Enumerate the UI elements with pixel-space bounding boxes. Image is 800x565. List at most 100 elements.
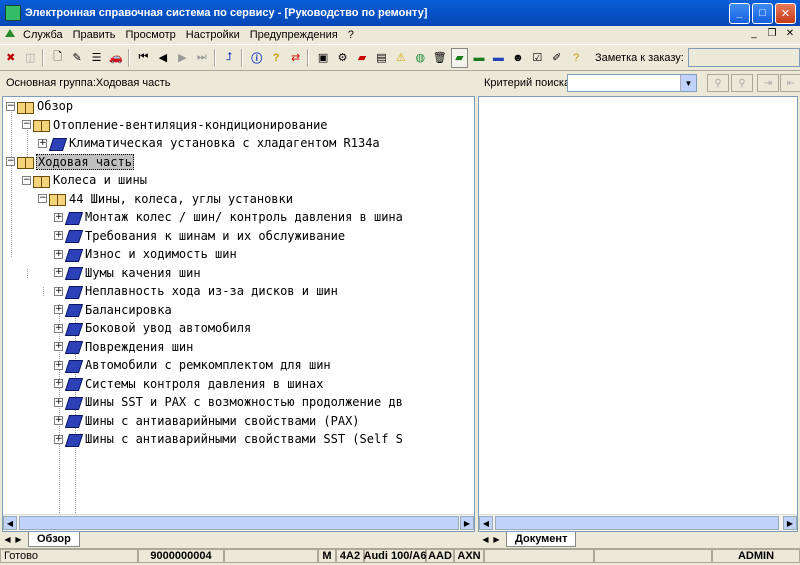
tree-node[interactable]: + Шины с антиаварийными свойствами (PAX): [54, 412, 361, 430]
document-list-icon[interactable]: ▤: [373, 48, 390, 68]
tree-node-label[interactable]: Шины с антиаварийными свойствами (PAX): [84, 414, 361, 428]
tree-node[interactable]: + Шины с антиаварийными свойствами SST (S…: [54, 430, 404, 448]
expand-icon[interactable]: +: [54, 434, 63, 444]
new-document-icon[interactable]: 🗋: [49, 48, 66, 68]
tree-node-label[interactable]: Обзор: [36, 99, 74, 113]
exit-icon[interactable]: ✖: [2, 48, 19, 68]
tree-node-label[interactable]: Колеса и шины: [52, 173, 148, 187]
menu-service[interactable]: Служба: [18, 29, 68, 41]
disabled-icon[interactable]: ◫: [21, 48, 38, 68]
tree-node-label[interactable]: Климатическая установка с хладагентом R1…: [68, 136, 381, 150]
tree-node-label[interactable]: 44 Шины, колеса, углы установки: [68, 192, 294, 206]
maximize-button[interactable]: □: [752, 2, 773, 24]
find-prev-button[interactable]: ⇤: [780, 74, 800, 92]
checklist-icon[interactable]: ☑: [529, 48, 546, 68]
tree-node-label[interactable]: Износ и ходимость шин: [84, 247, 238, 261]
expand-icon[interactable]: +: [54, 342, 63, 351]
tree-node[interactable]: + Системы контроля давления в шинах: [54, 375, 324, 393]
tree-node-label[interactable]: Повреждения шин: [84, 340, 194, 354]
tree-node-label[interactable]: Шины SST и PAX с возможностью продолжени…: [84, 395, 404, 409]
info-icon[interactable]: ⓘ: [248, 48, 265, 68]
collapse-icon[interactable]: −: [6, 101, 15, 111]
scroll-left-icon[interactable]: ◀: [479, 516, 493, 530]
tree-node[interactable]: − Обзор: [6, 97, 74, 115]
document-pane[interactable]: ◀ ▶: [478, 96, 798, 532]
tool-icon[interactable]: ⚙: [334, 48, 351, 68]
mdi-minimize-button[interactable]: _: [746, 26, 762, 40]
tree-node-label[interactable]: Автомобили с ремкомплектом для шин: [84, 358, 332, 372]
tree-node[interactable]: − Колеса и шины: [22, 171, 148, 189]
tree-node[interactable]: + Шумы качения шин: [54, 264, 202, 282]
scroll-thumb[interactable]: [495, 516, 779, 530]
tree-node-label[interactable]: Отопление-вентиляция-кондиционирование: [52, 118, 329, 132]
tree-node-label[interactable]: Боковой увод автомобиля: [84, 321, 252, 335]
edit-document-icon[interactable]: ✎: [68, 48, 85, 68]
right-horizontal-scrollbar[interactable]: ◀ ▶: [479, 514, 797, 531]
expand-icon[interactable]: +: [54, 212, 63, 222]
tree-node[interactable]: + Износ и ходимость шин: [54, 245, 238, 263]
help-icon[interactable]: ?: [568, 48, 585, 68]
expand-icon[interactable]: +: [54, 305, 63, 314]
tab-document[interactable]: Документ: [506, 532, 577, 547]
tree-node[interactable]: + Боковой увод автомобиля: [54, 319, 252, 337]
tree-node-label[interactable]: Шины с антиаварийными свойствами SST (Se…: [84, 432, 404, 446]
expand-icon[interactable]: +: [54, 379, 63, 388]
mdi-restore-button[interactable]: ❐: [764, 26, 780, 40]
close-button[interactable]: ✕: [775, 2, 796, 24]
tab-next-icon[interactable]: ▶: [491, 534, 502, 546]
trash-icon[interactable]: 🗑: [431, 48, 448, 68]
tree-node-label[interactable]: Неплавность хода из-за дисков и шин: [84, 284, 339, 298]
collapse-icon[interactable]: −: [38, 194, 47, 203]
next-page-icon[interactable]: ▶: [174, 48, 191, 68]
tree-node[interactable]: + Автомобили с ремкомплектом для шин: [54, 356, 332, 374]
tree-node-label[interactable]: Балансировка: [84, 303, 173, 317]
green-book-icon[interactable]: ▰: [450, 47, 469, 68]
expand-icon[interactable]: +: [54, 268, 63, 277]
question-icon[interactable]: ?: [267, 48, 284, 68]
tree-node[interactable]: − Ходовая часть: [6, 153, 134, 171]
list-document-icon[interactable]: ☰: [88, 48, 105, 68]
order-note-field[interactable]: [687, 48, 800, 67]
collapse-icon[interactable]: −: [6, 157, 15, 166]
swap-icon[interactable]: ⇄: [287, 48, 304, 68]
green-car-icon[interactable]: ▬: [470, 48, 487, 68]
expand-icon[interactable]: +: [54, 397, 63, 407]
chevron-down-icon[interactable]: ▼: [680, 75, 696, 91]
tree-node[interactable]: − Отопление-вентиляция-кондиционирование: [22, 116, 329, 134]
expand-icon[interactable]: +: [54, 416, 63, 425]
collapse-icon[interactable]: −: [22, 175, 31, 185]
blue-car-icon[interactable]: ▬: [490, 48, 507, 68]
expand-icon[interactable]: +: [54, 249, 63, 259]
search-criteria-combo[interactable]: ▼: [567, 74, 697, 92]
tab-next-icon[interactable]: ▶: [13, 534, 24, 546]
expand-icon[interactable]: +: [54, 360, 63, 370]
tree-node[interactable]: + Неплавность хода из-за дисков и шин: [54, 282, 339, 300]
tree-node[interactable]: + Требования к шинам и их обслуживание: [54, 227, 346, 245]
scroll-left-icon[interactable]: ◀: [3, 516, 17, 530]
tree-node[interactable]: − 44 Шины, колеса, углы установки: [38, 190, 294, 208]
scroll-thumb[interactable]: [19, 516, 459, 530]
tree-node[interactable]: + Повреждения шин: [54, 338, 194, 356]
menu-help[interactable]: ?: [343, 29, 359, 41]
red-book-icon[interactable]: ▰: [353, 48, 370, 68]
last-page-icon[interactable]: ⏭: [193, 48, 210, 68]
search-options-button[interactable]: ⚲: [731, 74, 753, 92]
expand-icon[interactable]: +: [54, 286, 63, 296]
menu-settings[interactable]: Настройки: [181, 29, 245, 41]
tab-prev-icon[interactable]: ◀: [480, 534, 491, 546]
warning-icon[interactable]: ⚠: [392, 48, 409, 68]
tree-node[interactable]: + Климатическая установка с хладагентом R…: [38, 134, 381, 152]
search-button[interactable]: ⚲: [707, 74, 729, 92]
minimize-button[interactable]: _: [729, 2, 750, 24]
find-next-button[interactable]: ⇥: [757, 74, 779, 92]
tree-node-label[interactable]: Ходовая часть: [36, 153, 134, 170]
menu-view[interactable]: Просмотр: [121, 29, 181, 41]
first-page-icon[interactable]: ⏮: [135, 48, 152, 68]
menu-warnings[interactable]: Предупреждения: [245, 29, 343, 41]
tab-overview[interactable]: Обзор: [28, 532, 80, 547]
print-icon[interactable]: ▣: [314, 48, 331, 68]
expand-icon[interactable]: +: [54, 231, 63, 240]
tree-node-label[interactable]: Требования к шинам и их обслуживание: [84, 229, 346, 243]
tree-node-label[interactable]: Системы контроля давления в шинах: [84, 377, 324, 391]
tree-node[interactable]: + Монтаж колес / шин/ контроль давления в…: [54, 208, 404, 226]
